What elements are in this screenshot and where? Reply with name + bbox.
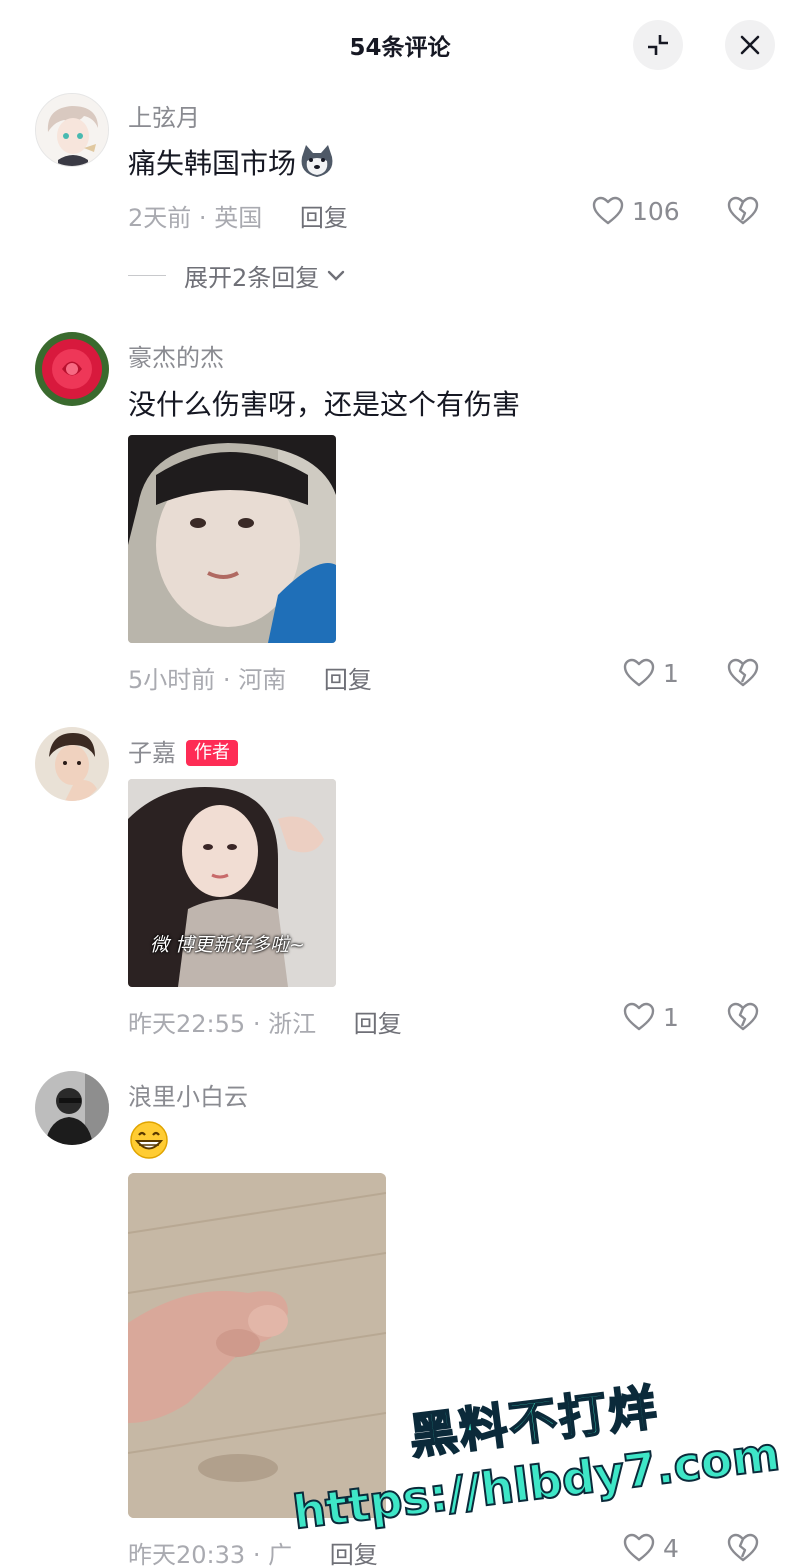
broken-heart-icon (727, 1533, 759, 1562)
comment-time: 昨天22:55 (128, 1010, 246, 1038)
avatar[interactable] (35, 332, 109, 406)
like-button[interactable]: 1 (623, 658, 679, 688)
like-count: 4 (663, 1533, 679, 1563)
expand-replies-button[interactable]: 展开2条回复 (128, 258, 347, 293)
comment-meta: 昨天20:33 · 广 回复 (128, 1535, 378, 1566)
comment-image[interactable]: 微 博更新好多啦~ (128, 779, 336, 987)
username-text: 子嘉 (128, 739, 176, 767)
dislike-button[interactable] (727, 196, 759, 230)
dislike-button[interactable] (727, 1533, 759, 1566)
comment-location: 广 (268, 1541, 293, 1566)
reply-button[interactable]: 回复 (324, 666, 372, 694)
broken-heart-icon (727, 1002, 759, 1031)
comment-location: 河南 (238, 666, 287, 694)
reply-button[interactable]: 回复 (330, 1541, 378, 1566)
comment-location: 英国 (214, 204, 263, 232)
like-button[interactable]: 4 (623, 1533, 679, 1563)
comment-text: 没什么伤害呀，还是这个有伤害 (128, 388, 521, 421)
comment-meta: 昨天22:55 · 浙江 回复 (128, 1004, 402, 1039)
reply-button[interactable]: 回复 (354, 1010, 402, 1038)
heart-outline-icon (623, 658, 655, 687)
comment-text: 痛失韩国市场 (128, 142, 336, 186)
hand-photo-image (128, 1173, 386, 1518)
comment-text (128, 1120, 170, 1167)
image-caption: 微 博更新好多啦~ (150, 934, 305, 956)
meta-separator: · (222, 666, 231, 694)
reply-button[interactable]: 回复 (300, 204, 348, 232)
dislike-button[interactable] (727, 1002, 759, 1036)
comments-panel: 54条评论 上弦月 痛失韩国市场 2天前 · 英国 回复 106 展开2条回复 … (0, 0, 800, 1566)
comment-location: 浙江 (268, 1010, 317, 1038)
like-count: 1 (663, 658, 679, 688)
like-button[interactable]: 1 (623, 1002, 679, 1032)
broken-heart-icon (727, 658, 759, 687)
comment-item: 上弦月 痛失韩国市场 2天前 · 英国 回复 106 展开2条回复 (0, 0, 800, 320)
heart-outline-icon (623, 1002, 655, 1031)
meta-separator: · (198, 204, 207, 232)
comment-username[interactable]: 浪里小白云 (128, 1077, 248, 1112)
avatar[interactable] (35, 727, 109, 801)
meta-separator: · (252, 1541, 261, 1566)
heart-outline-icon (592, 196, 624, 225)
expand-divider (128, 275, 166, 276)
comment-meta: 2天前 · 英国 回复 (128, 198, 348, 233)
avatar[interactable] (35, 1071, 109, 1145)
like-button[interactable]: 106 (592, 196, 680, 226)
author-badge: 作者 (186, 740, 238, 766)
like-count: 1 (663, 1002, 679, 1032)
comment-text-content: 痛失韩国市场 (128, 147, 297, 180)
comment-username[interactable]: 上弦月 (128, 98, 200, 133)
comment-time: 2天前 (128, 204, 192, 232)
comment-meta: 5小时前 · 河南 回复 (128, 660, 372, 695)
dark-portrait-avatar-image (35, 1071, 109, 1145)
comment-time: 5小时前 (128, 666, 216, 694)
comment-time: 昨天20:33 (128, 1541, 246, 1566)
grinning-face-emoji (128, 1120, 170, 1167)
comment-username[interactable]: 子嘉 作者 (128, 733, 238, 768)
chevron-down-icon (328, 270, 345, 281)
dislike-button[interactable] (727, 658, 759, 692)
expand-replies-label: 展开2条回复 (184, 264, 320, 292)
comment-username[interactable]: 豪杰的杰 (128, 338, 224, 373)
like-count: 106 (632, 196, 680, 226)
comment-image[interactable] (128, 1173, 386, 1518)
girl-photo-image (128, 435, 336, 643)
person-avatar-image (35, 727, 109, 801)
anime-character-avatar-image (36, 94, 108, 166)
avatar[interactable] (35, 93, 109, 167)
rose-avatar-image (35, 332, 109, 406)
husky-dog-emoji (298, 143, 336, 186)
watermark-text: 黑料不打烊 (405, 1378, 662, 1466)
broken-heart-icon (727, 196, 759, 225)
heart-outline-icon (623, 1533, 655, 1562)
comment-image[interactable] (128, 435, 336, 643)
meta-separator: · (252, 1010, 261, 1038)
